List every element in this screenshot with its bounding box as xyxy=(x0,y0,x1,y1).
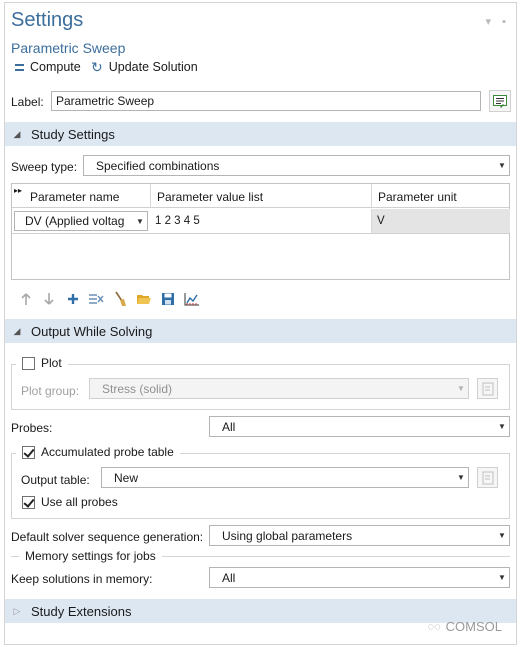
default-solver-label: Default solver sequence generation: xyxy=(11,530,204,544)
expand-arrow-icon: ▷ xyxy=(13,605,21,616)
table-header: ▸▸ Parameter name Parameter value list P… xyxy=(12,184,509,208)
add-icon[interactable] xyxy=(64,290,82,308)
use-all-probes-label: Use all probes xyxy=(41,495,118,509)
goto-node-icon xyxy=(482,382,493,395)
chevron-down-icon: ▼ xyxy=(498,161,506,170)
chevron-down-icon: ▼ xyxy=(498,422,506,431)
default-solver-select[interactable]: Using global parameters ▼ xyxy=(209,525,510,546)
save-icon[interactable] xyxy=(159,290,177,308)
collapse-arrow-icon: ◢ xyxy=(13,128,21,139)
update-solution-label: Update Solution xyxy=(108,60,198,74)
default-solver-value: Using global parameters xyxy=(222,528,353,543)
probes-value: All xyxy=(222,419,236,434)
probes-select[interactable]: All ▼ xyxy=(209,416,510,437)
section-title: Study Settings xyxy=(31,126,115,142)
section-title: Study Extensions xyxy=(31,603,132,619)
delete-icon[interactable] xyxy=(87,290,105,308)
open-folder-icon[interactable] xyxy=(135,290,153,308)
collapse-arrow-icon: ◢ xyxy=(13,325,21,336)
probes-label: Probes: xyxy=(11,421,53,435)
move-down-icon[interactable] xyxy=(40,290,58,308)
output-table-value: New xyxy=(114,470,139,485)
move-up-icon[interactable] xyxy=(17,290,35,308)
expand-columns-icon[interactable]: ▸▸ xyxy=(14,177,22,204)
keep-solutions-select[interactable]: All ▼ xyxy=(209,567,510,588)
parameter-table: ▸▸ Parameter name Parameter value list P… xyxy=(11,183,510,280)
chevron-down-icon: ▼ xyxy=(498,531,506,540)
settings-window: Settings ▾ ▪ Parametric Sweep Compute ↻ … xyxy=(4,2,517,645)
parameter-name-select[interactable]: DV (Applied voltag ▼ xyxy=(14,211,148,231)
sweep-type-select[interactable]: Specified combinations ▼ xyxy=(83,155,510,176)
sweep-type-label: Sweep type: xyxy=(11,160,78,174)
accumulated-probe-table-checkbox[interactable] xyxy=(22,445,35,459)
label-input[interactable]: Parametric Sweep xyxy=(51,91,481,111)
column-header-unit[interactable]: Parameter unit xyxy=(372,184,510,208)
sweep-type-value: Specified combinations xyxy=(96,158,220,173)
wechat-icon: ◌◌ xyxy=(427,620,441,633)
keep-solutions-label: Keep solutions in memory: xyxy=(11,572,153,586)
accumulated-probe-table-row[interactable]: Accumulated probe table xyxy=(16,445,180,459)
clear-brush-icon[interactable] xyxy=(111,290,129,308)
plot-checkbox-row[interactable]: Plot xyxy=(16,356,68,370)
chevron-down-icon: ▼ xyxy=(498,573,506,582)
parameter-values-cell[interactable]: 1 2 3 4 5 xyxy=(151,209,372,233)
label-options-button[interactable] xyxy=(489,90,511,112)
plot-group-value: Stress (solid) xyxy=(102,381,173,396)
accumulated-probe-table-label: Accumulated probe table xyxy=(41,445,174,459)
compute-icon xyxy=(15,63,24,71)
parameter-unit-cell: V xyxy=(372,209,510,233)
table-row[interactable]: DV (Applied voltag ▼ 1 2 3 4 5 V xyxy=(12,209,510,234)
chevron-down-icon: ▼ xyxy=(136,216,144,226)
output-table-label: Output table: xyxy=(21,473,90,487)
keep-solutions-value: All xyxy=(222,570,236,585)
output-table-select[interactable]: New ▼ xyxy=(101,467,469,488)
plot-group-goto-button[interactable] xyxy=(477,378,498,399)
section-study-settings[interactable]: ◢ Study Settings xyxy=(5,122,516,146)
document-edit-icon xyxy=(493,95,507,108)
column-header-values[interactable]: Parameter value list xyxy=(151,184,372,208)
goto-node-icon xyxy=(482,471,493,484)
memory-settings-title: Memory settings for jobs xyxy=(19,549,162,563)
parameter-name-value: DV (Applied voltag xyxy=(25,214,125,228)
pin-icon[interactable]: ▾ ▪ xyxy=(486,15,510,28)
plot-checkbox[interactable] xyxy=(22,356,35,370)
use-all-probes-checkbox[interactable] xyxy=(22,495,35,509)
window-title: Settings xyxy=(11,9,84,31)
plot-group-select[interactable]: Stress (solid) ▼ xyxy=(89,378,469,399)
compute-label: Compute xyxy=(30,60,81,74)
label-caption: Label: xyxy=(11,95,44,109)
output-table-goto-button[interactable] xyxy=(477,467,498,488)
plot-label: Plot xyxy=(41,356,62,370)
column-header-name[interactable]: ▸▸ Parameter name xyxy=(12,184,151,208)
compute-button[interactable]: Compute xyxy=(15,60,81,74)
update-solution-button[interactable]: ↻ Update Solution xyxy=(91,60,198,74)
node-subtitle: Parametric Sweep xyxy=(11,40,126,56)
plot-table-icon[interactable] xyxy=(183,290,201,308)
refresh-icon: ↻ xyxy=(91,59,103,75)
watermark-text: COMSOL xyxy=(445,619,502,634)
section-output-while-solving[interactable]: ◢ Output While Solving xyxy=(5,319,516,343)
plot-group-label: Plot group: xyxy=(21,384,80,398)
chevron-down-icon: ▼ xyxy=(457,473,465,482)
watermark: ◌◌ COMSOL xyxy=(428,619,502,634)
section-title: Output While Solving xyxy=(31,323,153,339)
chevron-down-icon: ▼ xyxy=(457,384,465,393)
use-all-probes-row[interactable]: Use all probes xyxy=(16,495,124,509)
